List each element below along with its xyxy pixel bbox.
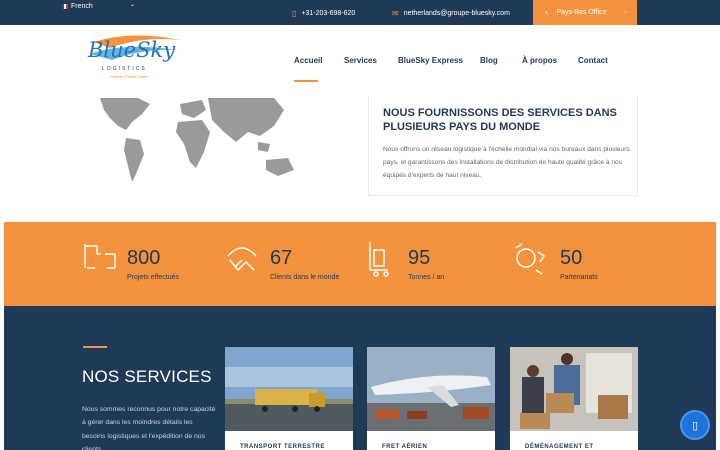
logo-wordmark: BlueSky bbox=[88, 38, 176, 62]
chat-icon: ▯ bbox=[691, 419, 699, 432]
intro-text: Nous offrons un réseau logistique à l'éc… bbox=[383, 146, 630, 179]
nav-bluesky-express[interactable]: BlueSky Express bbox=[398, 56, 463, 66]
services-text: Nous sommes reconnus pour notre capacité… bbox=[82, 406, 216, 450]
logo-subtitle: LOGISTICS bbox=[102, 66, 147, 72]
nav-contact[interactable]: Contact bbox=[578, 56, 608, 66]
email-address: netherlands@groupe-bluesky.com bbox=[403, 9, 510, 17]
recycle-globe-icon bbox=[515, 243, 546, 275]
truck-photo bbox=[225, 347, 353, 431]
service-card-label: TRANSPORT TERRESTRE bbox=[240, 444, 325, 450]
handshake-icon bbox=[227, 247, 257, 272]
language-label: French bbox=[71, 2, 93, 10]
hand-truck-icon bbox=[369, 242, 389, 277]
services-accent-bar bbox=[83, 346, 107, 348]
bluesky-logo[interactable]: BlueSky LOGISTICS Further, Faster, Safer bbox=[82, 32, 184, 84]
language-selector[interactable]: French bbox=[62, 1, 93, 11]
moving-boxes-photo bbox=[510, 347, 638, 431]
stat-label-tonnes: Tonnes / an bbox=[408, 274, 445, 281]
nav-active-indicator bbox=[294, 80, 318, 82]
nav-blog[interactable]: Blog bbox=[480, 56, 498, 66]
stat-value-clients: 67 bbox=[270, 247, 293, 269]
chat-button[interactable]: ▯ bbox=[680, 410, 710, 440]
world-map-icon bbox=[100, 98, 294, 182]
crane-icon bbox=[84, 244, 116, 269]
service-card-label: DÉMÉNAGEMENT ET bbox=[525, 444, 594, 450]
globe-icon: ◔ bbox=[543, 7, 549, 18]
envelope-icon: ✉ bbox=[392, 8, 399, 18]
nav-accueil[interactable]: Accueil bbox=[294, 56, 322, 66]
stat-label-partnerships: Partenariats bbox=[560, 274, 598, 281]
email-link[interactable]: ✉ netherlands@groupe-bluesky.com bbox=[392, 7, 510, 19]
france-flag-icon bbox=[62, 3, 68, 9]
office-label: Pays-Bas Office bbox=[556, 9, 607, 16]
airplane-photo bbox=[367, 347, 495, 431]
stat-value-projects: 800 bbox=[127, 247, 161, 269]
intro-title: NOUS FOURNISSONS DES SERVICES DANS PLUSI… bbox=[383, 107, 617, 133]
stat-value-tonnes: 95 bbox=[408, 247, 431, 269]
phone-number: +31-203-698-620 bbox=[301, 9, 356, 17]
office-selector[interactable]: ◔ Pays-Bas Office ⌄ bbox=[533, 0, 637, 25]
nav-a-propos[interactable]: À propos bbox=[522, 56, 557, 66]
stat-label-clients: Clients dans le monde bbox=[270, 274, 340, 281]
service-card-air[interactable]: FRET AÉRIEN bbox=[367, 347, 495, 450]
phone-icon: ▯ bbox=[292, 8, 297, 18]
logo-tagline: Further, Faster, Safer bbox=[110, 74, 148, 79]
services-title: NOS SERVICES bbox=[82, 367, 212, 386]
service-card-land[interactable]: TRANSPORT TERRESTRE bbox=[225, 347, 353, 450]
stat-value-partnerships: 50 bbox=[560, 247, 583, 269]
service-card-moving[interactable]: DÉMÉNAGEMENT ET bbox=[510, 347, 638, 450]
stat-label-projects: Projets effectués bbox=[127, 274, 180, 281]
chevron-down-icon: ⌄ bbox=[622, 9, 628, 15]
chevron-down-icon[interactable]: ⌄ bbox=[130, 1, 135, 8]
phone-link[interactable]: ▯ +31-203-698-620 bbox=[292, 7, 355, 19]
nav-services[interactable]: Services bbox=[344, 56, 377, 66]
service-card-label: FRET AÉRIEN bbox=[382, 444, 428, 450]
